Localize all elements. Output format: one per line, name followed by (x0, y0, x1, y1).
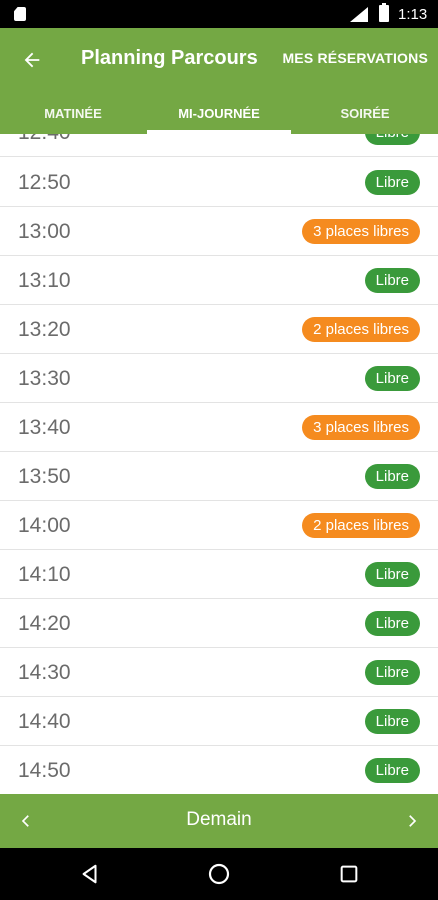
sd-card-icon (14, 7, 26, 21)
slot-time: 13:20 (18, 318, 71, 341)
app-bar: Planning Parcours MES RÉSERVATIONS MATIN… (0, 28, 438, 134)
system-navigation-bar (0, 848, 438, 900)
time-slot-row[interactable]: 14:50 Libre (0, 746, 438, 794)
time-slot-row[interactable]: 14:20 Libre (0, 599, 438, 648)
time-slot-list[interactable]: 12:40 Libre 12:50 Libre 13:00 3 places l… (0, 134, 438, 794)
availability-badge: Libre (364, 268, 420, 293)
time-slot-row[interactable]: 14:10 Libre (0, 550, 438, 599)
back-button[interactable] (16, 44, 48, 76)
availability-badge: Libre (364, 170, 420, 195)
availability-badge: Libre (364, 758, 420, 783)
slot-time: 12:50 (18, 171, 71, 194)
tab-label: MI-JOURNÉE (178, 106, 260, 121)
availability-badge: Libre (364, 611, 420, 636)
slot-time: 14:30 (18, 661, 71, 684)
availability-badge: Libre (364, 464, 420, 489)
slot-time: 14:20 (18, 612, 71, 635)
slot-time: 14:00 (18, 514, 71, 537)
back-triangle-icon (82, 864, 97, 884)
tab-label: MATINÉE (44, 106, 102, 121)
slot-time: 14:40 (18, 710, 71, 733)
selected-day-label: Demain (186, 809, 252, 830)
battery-icon (379, 3, 389, 22)
slot-time: 13:30 (18, 367, 71, 390)
tab-matinee[interactable]: MATINÉE (0, 98, 146, 134)
time-slot-row[interactable]: 12:50 Libre (0, 158, 438, 207)
time-slot-row[interactable]: 13:20 2 places libres (0, 305, 438, 354)
slot-time: 13:40 (18, 416, 71, 439)
recents-square-icon (340, 865, 358, 883)
time-slot-row[interactable]: 13:50 Libre (0, 452, 438, 501)
arrow-left-icon (24, 52, 40, 68)
time-slot-row[interactable]: 12:40 Libre (0, 134, 438, 157)
tab-mi-journee[interactable]: MI-JOURNÉE (146, 98, 292, 134)
page-title: Planning Parcours (81, 47, 258, 69)
slot-time: 13:50 (18, 465, 71, 488)
availability-badge: Libre (364, 562, 420, 587)
home-circle-icon (208, 863, 230, 885)
slot-time: 12:40 (18, 134, 71, 145)
system-back-button[interactable] (77, 861, 103, 887)
availability-badge: Libre (364, 134, 420, 145)
availability-badge: 3 places libres (302, 415, 420, 440)
chevron-right-icon (409, 815, 417, 827)
network-type: LTE (350, 5, 363, 12)
availability-badge: 2 places libres (302, 513, 420, 538)
next-day-button[interactable] (398, 807, 426, 835)
time-slot-row[interactable]: 14:40 Libre (0, 697, 438, 746)
time-slot-row[interactable]: 14:00 2 places libres (0, 501, 438, 550)
availability-badge: Libre (364, 709, 420, 734)
period-tabs: MATINÉE MI-JOURNÉE SOIRÉE (0, 98, 438, 134)
my-reservations-button[interactable]: MES RÉSERVATIONS (282, 50, 428, 66)
system-recents-button[interactable] (336, 861, 362, 887)
clock: 1:13 (398, 6, 428, 23)
status-bar: LTE 1:13 (0, 0, 438, 28)
slot-time: 13:00 (18, 220, 71, 243)
time-slot-row[interactable]: 13:40 3 places libres (0, 403, 438, 452)
time-slot-row[interactable]: 13:10 Libre (0, 256, 438, 305)
availability-badge: 3 places libres (302, 219, 420, 244)
time-slot-row[interactable]: 14:30 Libre (0, 648, 438, 697)
tab-soiree[interactable]: SOIRÉE (292, 98, 438, 134)
slot-time: 13:10 (18, 269, 71, 292)
slot-time: 14:50 (18, 759, 71, 782)
slot-time: 14:10 (18, 563, 71, 586)
system-home-button[interactable] (206, 861, 232, 887)
availability-badge: Libre (364, 366, 420, 391)
availability-badge: 2 places libres (302, 317, 420, 342)
tab-label: SOIRÉE (340, 106, 390, 121)
time-slot-row[interactable]: 13:30 Libre (0, 354, 438, 403)
time-slot-row[interactable]: 13:00 3 places libres (0, 207, 438, 256)
availability-badge: Libre (364, 660, 420, 685)
day-navigation-bar: Demain (0, 794, 438, 848)
